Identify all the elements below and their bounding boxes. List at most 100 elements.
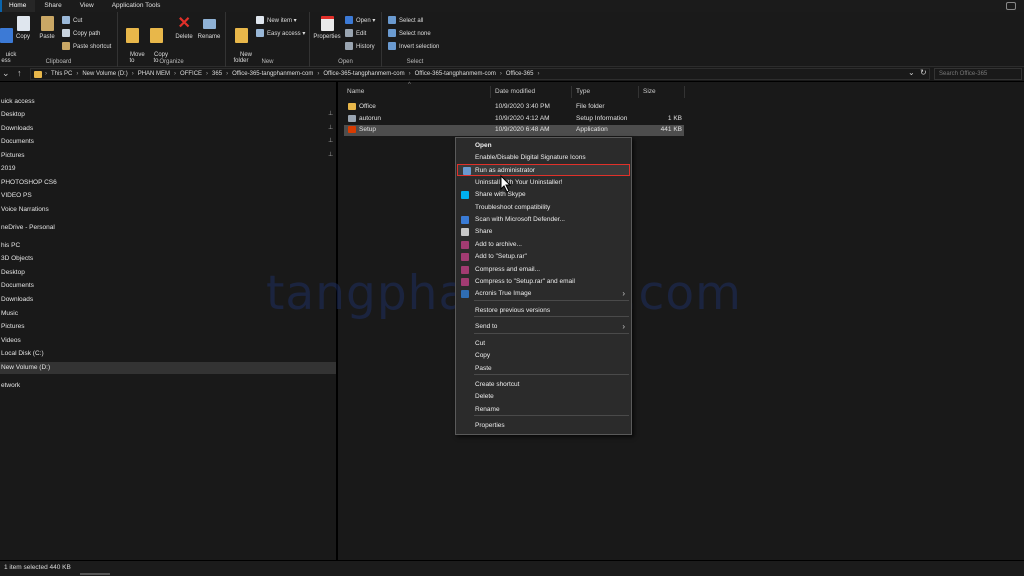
context-menu-item[interactable]: Acronis True Image › (456, 288, 631, 300)
column-divider[interactable] (490, 86, 491, 98)
context-menu-item[interactable]: Copy (456, 350, 631, 362)
select-none-button[interactable]: Select none (388, 28, 431, 40)
column-header-name[interactable]: Name (347, 88, 364, 95)
winrar-icon (461, 253, 469, 261)
breadcrumb-new-volume[interactable]: New Volume (D:) (82, 71, 127, 77)
easy-access-button[interactable]: Easy access ▾ (256, 28, 305, 40)
column-header-type[interactable]: Type (576, 88, 590, 95)
nav-item[interactable]: PHOTOSHOP CS6 (0, 177, 57, 189)
nav-item[interactable]: Desktop (0, 267, 25, 279)
context-menu-item[interactable]: Share with Skype (456, 189, 631, 201)
context-menu-item[interactable]: Add to archive... (456, 239, 631, 251)
context-menu-item[interactable]: Properties (456, 420, 631, 432)
refresh-icon[interactable]: ↻ (920, 68, 927, 77)
cut-button[interactable]: Cut (62, 15, 82, 27)
file-row[interactable]: Office 10/9/2020 3:40 PM File folder (344, 102, 684, 113)
nav-item[interactable]: Downloads (0, 123, 33, 135)
edit-button[interactable]: Edit (345, 28, 366, 40)
nav-item[interactable]: Videos (0, 335, 21, 347)
pin-icon[interactable]: ⊥ (328, 137, 333, 144)
new-item-button[interactable]: New item ▾ (256, 15, 297, 27)
breadcrumb-this-pc[interactable]: This PC (51, 71, 72, 77)
nav-item-label: his PC (1, 242, 21, 249)
tab-view[interactable]: View (71, 0, 103, 12)
address-bar[interactable]: › This PC › New Volume (D:) › PHAN MEM › OF… (30, 68, 930, 80)
context-menu-item[interactable]: Create shortcut (456, 379, 631, 391)
copy-path-button[interactable]: Copy path (62, 28, 100, 40)
delete-button[interactable]: ✕ Delete (172, 16, 196, 41)
tab-home[interactable]: Home (0, 0, 36, 12)
nav-item[interactable]: neDrive - Personal (0, 222, 55, 234)
nav-item[interactable]: Local Disk (C:) (0, 348, 44, 360)
pin-icon[interactable]: ⊥ (328, 151, 333, 158)
context-menu-item[interactable]: Enable/Disable Digital Signature Icons (456, 152, 631, 164)
nav-item[interactable]: etwork (0, 380, 20, 392)
nav-item[interactable]: Pictures (0, 321, 24, 333)
address-dropdown-chevron-icon[interactable]: ⌄ (908, 68, 915, 77)
select-all-button[interactable]: Select all (388, 15, 423, 27)
open-button[interactable]: Open ▾ (345, 15, 375, 27)
context-menu-item-label: Troubleshoot compatibility (475, 204, 551, 211)
tab-share[interactable]: Share (35, 0, 70, 12)
nav-item[interactable]: New Volume (D:) (0, 362, 336, 374)
nav-item[interactable]: 3D Objects (0, 253, 33, 265)
recent-locations-chevron-icon[interactable]: ⌄ (2, 68, 10, 79)
copy-button[interactable]: Copy (11, 16, 35, 40)
paste-button[interactable]: Paste (35, 16, 59, 40)
breadcrumb-office-365-1[interactable]: Office-365-tangphanmem-com (232, 71, 313, 77)
window-control-icon[interactable] (1006, 2, 1016, 10)
nav-item[interactable]: Voice Narrations (0, 204, 49, 216)
context-menu-item[interactable]: Compress and email... (456, 264, 631, 276)
pin-icon[interactable]: ⊥ (328, 110, 333, 117)
column-header-date[interactable]: Date modified (495, 88, 535, 95)
column-divider[interactable] (684, 86, 685, 98)
rename-button[interactable]: Rename (197, 16, 221, 40)
nav-item[interactable]: Documents (0, 280, 34, 292)
context-menu-item[interactable]: Scan with Microsoft Defender... (456, 214, 631, 226)
history-button[interactable]: History (345, 41, 375, 53)
nav-item[interactable]: his PC (0, 240, 20, 252)
sort-caret-icon: ^ (408, 82, 411, 88)
paste-shortcut-button[interactable]: Paste shortcut (62, 41, 111, 53)
scrollbar-thumb[interactable] (80, 573, 110, 575)
tab-application-tools[interactable]: Application Tools (103, 0, 170, 12)
column-header-size[interactable]: Size (643, 88, 656, 95)
nav-item[interactable]: Pictures (0, 150, 24, 162)
file-row[interactable]: autorun 10/9/2020 4:12 AM Setup Informatio… (344, 114, 684, 125)
context-menu-item[interactable]: Delete (456, 391, 631, 403)
context-menu-item[interactable]: Share (456, 226, 631, 238)
column-divider[interactable] (638, 86, 639, 98)
edit-icon (345, 29, 353, 38)
breadcrumb-office-365-2[interactable]: Office-365-tangphanmem-com (323, 71, 404, 77)
context-menu-item[interactable]: Compress to "Setup.rar" and email (456, 276, 631, 288)
breadcrumb-365[interactable]: 365 (212, 71, 222, 77)
nav-item[interactable]: VIDEO PS (0, 190, 32, 202)
invert-selection-button[interactable]: Invert selection (388, 41, 439, 53)
breadcrumb-separator: › (317, 71, 320, 77)
select-group: Select all Select none Invert selection … (382, 12, 448, 67)
column-divider[interactable] (571, 86, 572, 98)
nav-item[interactable]: uick access (0, 96, 35, 108)
context-menu-item[interactable]: Send to › (456, 321, 631, 333)
context-menu-item[interactable]: Uninstall with Your Uninstaller! (456, 177, 631, 189)
properties-button[interactable]: Properties (312, 16, 342, 40)
file-row[interactable]: Setup 10/9/2020 6:48 AM Application 441 KB (344, 125, 684, 136)
context-menu-item[interactable]: Cut (456, 338, 631, 350)
context-menu-item[interactable]: Troubleshoot compatibility (456, 202, 631, 214)
pin-icon[interactable]: ⊥ (328, 124, 333, 131)
nav-item[interactable]: Downloads (0, 294, 33, 306)
breadcrumb-office[interactable]: OFFICE (180, 71, 202, 77)
breadcrumb-office-365[interactable]: Office-365 (506, 71, 534, 77)
context-menu-item[interactable]: Add to "Setup.rar" (456, 251, 631, 263)
breadcrumb-office-365-3[interactable]: Office-365-tangphanmem-com (415, 71, 496, 77)
context-menu-item[interactable]: Open (456, 140, 631, 152)
file-name: Setup (359, 126, 376, 133)
nav-item[interactable]: Music (0, 308, 18, 320)
up-arrow-icon[interactable]: ↑ (17, 68, 22, 78)
nav-item[interactable]: 2019 (0, 163, 15, 175)
nav-item[interactable]: Desktop (0, 109, 25, 121)
breadcrumb-phan-mem[interactable]: PHAN MEM (138, 71, 170, 77)
nav-item[interactable]: Documents (0, 136, 34, 148)
search-input[interactable]: Search Office-365 (934, 68, 1022, 80)
context-menu-item[interactable]: Run as administrator (457, 164, 630, 176)
